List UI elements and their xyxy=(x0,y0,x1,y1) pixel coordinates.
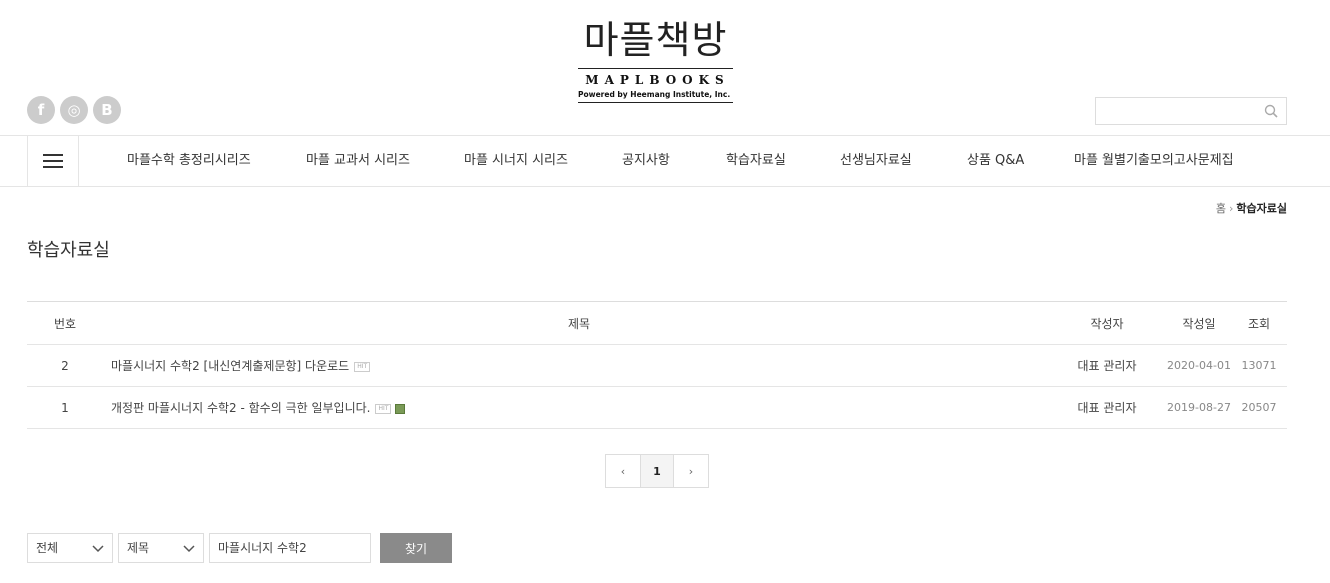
page-title: 학습자료실 xyxy=(27,240,110,261)
find-button[interactable]: 찾기 xyxy=(380,533,452,563)
scope-select[interactable]: 전체 xyxy=(27,533,113,563)
row-num: 2 xyxy=(27,344,103,387)
instagram-icon[interactable]: ◎ xyxy=(60,96,88,124)
scope-select-value: 전체 xyxy=(36,541,59,555)
header-search xyxy=(1095,97,1287,125)
logo[interactable]: 마플책방 MAPLBOOKS Powered by Heemang Instit… xyxy=(578,18,733,103)
main-nav: 마플수학 총정리시리즈 마플 교과서 시리즈 마플 시너지 시리즈 공지사항 학… xyxy=(0,135,1330,187)
row-writer: 대표 관리자 xyxy=(1055,386,1159,429)
nav-item-synergy-series[interactable]: 마플 시너지 시리즈 xyxy=(464,136,568,186)
row-title-cell: 마플시너지 수학2 [내신연계출제문항] 다운로드 HIT xyxy=(103,344,1055,387)
hit-badge: HIT xyxy=(375,403,392,414)
breadcrumb-home[interactable]: 홈 xyxy=(1216,202,1226,215)
nav-item-notice[interactable]: 공지사항 xyxy=(622,136,670,186)
row-writer: 대표 관리자 xyxy=(1055,344,1159,387)
column-header-num: 번호 xyxy=(27,301,103,345)
header: 마플책방 MAPLBOOKS Powered by Heemang Instit… xyxy=(0,0,1330,135)
logo-english: MAPLBOOKS xyxy=(585,73,730,87)
nav-item-textbook-series[interactable]: 마플 교과서 시리즈 xyxy=(306,136,410,186)
hit-badge: HIT xyxy=(354,361,371,372)
prev-page-button[interactable]: ‹ xyxy=(606,455,640,487)
nav-item-teacher-materials[interactable]: 선생님자료실 xyxy=(840,136,912,186)
facebook-icon[interactable]: f xyxy=(27,96,55,124)
field-select[interactable]: 제목 xyxy=(118,533,204,563)
page-number-current[interactable]: 1 xyxy=(640,455,674,487)
search-icon[interactable] xyxy=(1264,104,1278,118)
board-search-form: 전체 제목 마플시너지 수학2 찾기 xyxy=(27,533,452,563)
blog-icon[interactable]: B xyxy=(93,96,121,124)
search-input[interactable] xyxy=(1096,98,1256,124)
next-page-button[interactable]: › xyxy=(674,455,708,487)
menu-button[interactable] xyxy=(27,136,79,186)
column-header-writer: 작성자 xyxy=(1055,301,1159,345)
nav-item-product-qa[interactable]: 상품 Q&A xyxy=(967,136,1024,186)
post-title-link[interactable]: 개정판 마플시너지 수학2 - 함수의 극한 일부입니다. xyxy=(111,401,370,415)
nav-item-study-materials[interactable]: 학습자료실 xyxy=(726,136,786,186)
nav-item-monthly-exams[interactable]: 마플 월별기출모의고사문제집 xyxy=(1074,136,1234,186)
board-table: 번호 제목 작성자 작성일 조회 2 마플시너지 수학2 [내신연계출제문항] … xyxy=(27,301,1287,429)
sns-links: f ◎ B xyxy=(27,96,121,124)
nav-item-total-series[interactable]: 마플수학 총정리시리즈 xyxy=(127,136,251,186)
column-header-date: 작성일 xyxy=(1159,301,1239,345)
breadcrumb: 홈 › 학습자료실 xyxy=(1216,200,1287,216)
post-title-link[interactable]: 마플시너지 수학2 [내신연계출제문항] 다운로드 xyxy=(111,359,349,373)
breadcrumb-current: 학습자료실 xyxy=(1236,202,1287,215)
column-header-hits: 조회 xyxy=(1239,301,1287,345)
logo-korean: 마플책방 xyxy=(583,18,728,62)
row-hits: 13071 xyxy=(1239,344,1287,387)
row-num: 1 xyxy=(27,386,103,429)
chevron-down-icon xyxy=(92,545,104,553)
chevron-down-icon xyxy=(183,545,195,553)
logo-divider-bottom xyxy=(578,102,733,103)
table-row: 1 개정판 마플시너지 수학2 - 함수의 극한 일부입니다. HIT 대표 관리… xyxy=(27,386,1287,429)
column-header-title: 제목 xyxy=(103,301,1055,345)
table-row: 2 마플시너지 수학2 [내신연계출제문항] 다운로드 HIT 대표 관리자 20… xyxy=(27,344,1287,387)
row-title-cell: 개정판 마플시너지 수학2 - 함수의 극한 일부입니다. HIT xyxy=(103,386,1055,429)
logo-tagline: Powered by Heemang Institute, Inc. xyxy=(578,90,731,99)
row-date: 2019-08-27 xyxy=(1159,386,1239,429)
table-header-row: 번호 제목 작성자 작성일 조회 xyxy=(27,301,1287,345)
breadcrumb-separator: › xyxy=(1228,202,1234,215)
field-select-value: 제목 xyxy=(127,541,150,555)
row-date: 2020-04-01 xyxy=(1159,344,1239,387)
pagination: ‹ 1 › xyxy=(605,454,709,488)
row-hits: 20507 xyxy=(1239,386,1287,429)
attachment-icon xyxy=(395,403,406,414)
logo-divider xyxy=(578,68,733,69)
keyword-input[interactable]: 마플시너지 수학2 xyxy=(209,533,371,563)
hamburger-icon xyxy=(43,154,63,168)
